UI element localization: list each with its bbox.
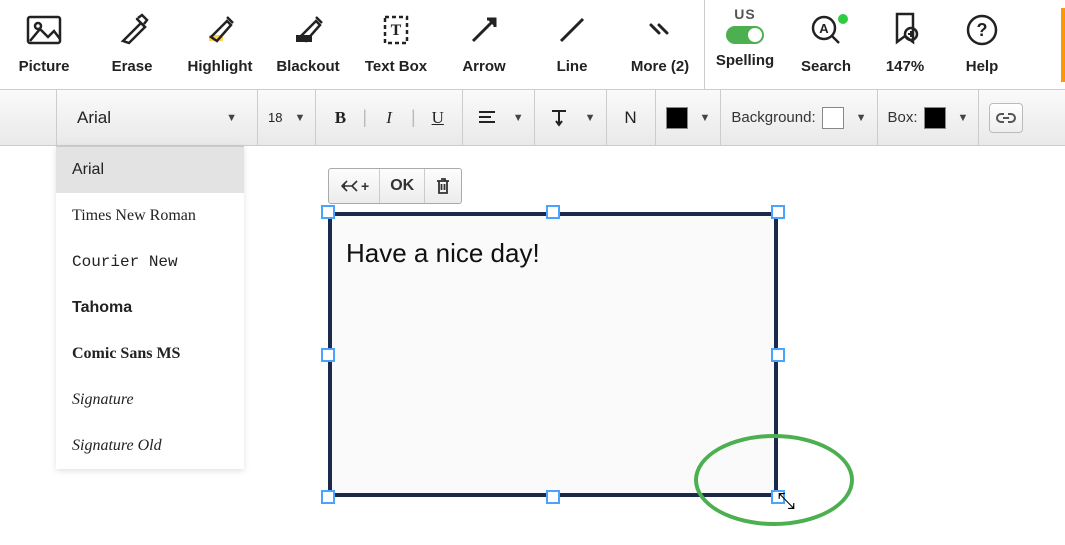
- link-button[interactable]: [989, 103, 1023, 133]
- search-label: Search: [801, 58, 851, 75]
- erase-tool[interactable]: Erase: [88, 6, 176, 75]
- align-button[interactable]: [473, 102, 501, 134]
- font-option-tahoma[interactable]: Tahoma: [56, 285, 244, 331]
- accent-bar: [1061, 8, 1065, 82]
- ok-label: OK: [390, 177, 414, 195]
- highlight-tool[interactable]: Highlight: [176, 6, 264, 75]
- picture-icon: [24, 10, 64, 50]
- chevron-down-icon[interactable]: ▼: [856, 112, 867, 124]
- chevron-down-icon: ▼: [226, 112, 237, 124]
- chevron-down-icon[interactable]: ▼: [958, 112, 969, 124]
- font-option-signature[interactable]: Signature: [56, 377, 244, 423]
- more-label: More (2): [631, 58, 689, 75]
- picture-tool[interactable]: Picture: [0, 6, 88, 75]
- move-handle-button[interactable]: +: [329, 169, 380, 203]
- blackout-icon: [288, 10, 328, 50]
- help-tool[interactable]: ? Help: [944, 6, 1020, 75]
- zoom-icon: [885, 10, 925, 50]
- arrow-icon: [464, 10, 504, 50]
- chevron-down-icon[interactable]: ▼: [294, 112, 305, 124]
- zoom-label: 147%: [886, 58, 924, 75]
- resize-handle-bm[interactable]: [546, 490, 560, 504]
- font-option-comicsans[interactable]: Comic Sans MS: [56, 331, 244, 377]
- textbox-content[interactable]: Have a nice day!: [328, 212, 778, 497]
- search-tool[interactable]: A Search: [786, 6, 866, 75]
- resize-handle-ml[interactable]: [321, 348, 335, 362]
- resize-handle-tm[interactable]: [546, 205, 560, 219]
- separator: |: [360, 107, 369, 128]
- font-option-arial[interactable]: Arial: [56, 147, 244, 193]
- font-family-value: Arial: [77, 108, 111, 128]
- format-bar: Arial ▼ 18 ▼ B | I | U ▼ ▼ N ▼ Backgroun…: [0, 90, 1065, 146]
- italic-button[interactable]: I: [375, 102, 403, 134]
- resize-handle-mr[interactable]: [771, 348, 785, 362]
- background-label: Background:: [731, 109, 815, 126]
- highlight-icon: [200, 10, 240, 50]
- font-option-times[interactable]: Times New Roman: [56, 193, 244, 239]
- textbox-label: Text Box: [365, 58, 427, 75]
- textbox-icon: T: [376, 10, 416, 50]
- box-color-swatch[interactable]: [924, 107, 946, 129]
- svg-text:A: A: [819, 21, 829, 36]
- underline-button[interactable]: U: [424, 102, 452, 134]
- font-family-select[interactable]: Arial ▼: [67, 102, 247, 134]
- resize-cursor-icon: ⤡: [777, 488, 795, 514]
- line-label: Line: [557, 58, 588, 75]
- blackout-tool[interactable]: Blackout: [264, 6, 352, 75]
- line-tool[interactable]: Line: [528, 6, 616, 75]
- highlight-label: Highlight: [188, 58, 253, 75]
- line-icon: [552, 10, 592, 50]
- font-option-courier[interactable]: Courier New: [56, 239, 244, 285]
- picture-label: Picture: [19, 58, 70, 75]
- font-option-signature-old[interactable]: Signature Old: [56, 423, 244, 469]
- normalize-button[interactable]: N: [617, 102, 645, 134]
- main-toolbar: Picture Erase Highlight: [0, 0, 1065, 90]
- box-label: Box:: [888, 109, 918, 126]
- delete-button[interactable]: [425, 169, 461, 203]
- spelling-label: Spelling: [716, 52, 774, 69]
- search-indicator-dot: [838, 14, 848, 24]
- chevron-down-icon[interactable]: ▼: [700, 112, 711, 124]
- textbox-tool[interactable]: T Text Box: [352, 6, 440, 75]
- background-color-swatch[interactable]: [822, 107, 844, 129]
- blackout-label: Blackout: [276, 58, 339, 75]
- resize-handle-tr[interactable]: [771, 205, 785, 219]
- zoom-tool[interactable]: 147%: [866, 6, 944, 75]
- help-label: Help: [966, 58, 999, 75]
- bold-button[interactable]: B: [326, 102, 354, 134]
- more-icon: [640, 10, 680, 50]
- chevron-down-icon[interactable]: ▼: [585, 112, 596, 124]
- separator: |: [409, 107, 418, 128]
- spelling-tool[interactable]: US Spelling: [704, 6, 786, 69]
- erase-icon: [112, 10, 152, 50]
- svg-text:?: ?: [977, 20, 988, 40]
- text-color-swatch[interactable]: [666, 107, 688, 129]
- spelling-lang-code: US: [734, 6, 755, 22]
- arrow-label: Arrow: [462, 58, 505, 75]
- spelling-toggle[interactable]: [726, 26, 764, 44]
- font-family-dropdown: Arial Times New Roman Courier New Tahoma…: [56, 146, 244, 469]
- more-tools[interactable]: More (2): [616, 6, 704, 75]
- resize-handle-tl[interactable]: [321, 205, 335, 219]
- arrow-tool[interactable]: Arrow: [440, 6, 528, 75]
- help-icon: ?: [962, 10, 1002, 50]
- resize-handle-bl[interactable]: [321, 490, 335, 504]
- textbox-selection[interactable]: Have a nice day! ⤡: [328, 212, 778, 497]
- vertical-align-button[interactable]: [545, 102, 573, 134]
- svg-text:T: T: [391, 22, 402, 39]
- textbox-context-toolbar: + OK: [328, 168, 462, 204]
- chevron-down-icon[interactable]: ▼: [513, 112, 524, 124]
- ok-button[interactable]: OK: [380, 169, 425, 203]
- font-size-value[interactable]: 18: [268, 110, 282, 125]
- erase-label: Erase: [112, 58, 153, 75]
